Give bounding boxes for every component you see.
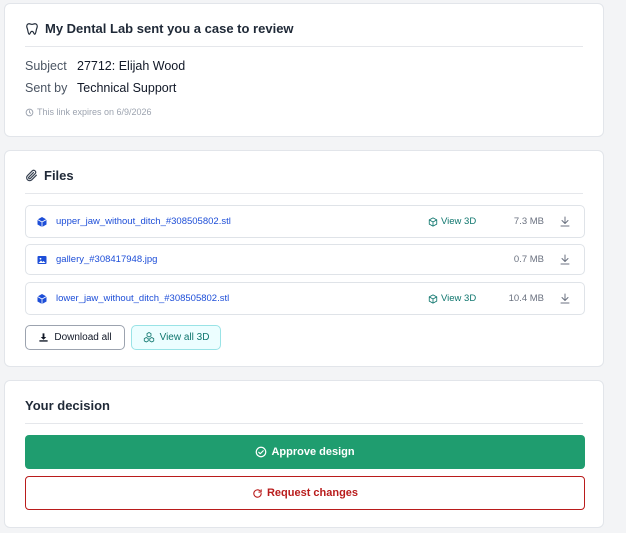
download-icon[interactable] [559, 253, 571, 266]
view-all-3d-button[interactable]: View all 3D [131, 325, 221, 350]
view-3d-label: View 3D [441, 293, 477, 304]
case-header-card: My Dental Lab sent you a case to review … [4, 3, 604, 137]
expiry-text: This link expires on 6/9/2026 [37, 107, 152, 117]
file-row: lower_jaw_without_ditch_#308505802.stl V… [25, 282, 585, 315]
view-3d-link[interactable]: View 3D [428, 216, 476, 227]
approve-design-button[interactable]: Approve design [25, 435, 585, 469]
download-icon [39, 333, 48, 342]
clock-icon [25, 108, 34, 116]
refresh-icon [253, 488, 262, 498]
cube-outline-icon [428, 293, 438, 304]
view-all-3d-label: View all 3D [159, 332, 210, 343]
request-label: Request changes [266, 487, 359, 499]
subject-row: Subject 27712: Elijah Wood [25, 59, 185, 73]
download-all-button[interactable]: Download all [25, 325, 125, 350]
sent-by-label: Sent by [25, 81, 68, 95]
file-row: gallery_#308417948.jpg 0.7 MB [25, 244, 585, 275]
sent-by-value: Technical Support [77, 81, 177, 95]
cube-icon [37, 217, 47, 227]
case-header-title: My Dental Lab sent you a case to review [25, 21, 583, 47]
file-row: upper_jaw_without_ditch_#308505802.stl V… [25, 205, 585, 238]
paperclip-icon [26, 169, 37, 182]
file-name-link[interactable]: upper_jaw_without_ditch_#308505802.stl [56, 216, 231, 227]
sent-by-row: Sent by Technical Support [25, 81, 176, 95]
file-size: 10.4 MB [508, 293, 544, 304]
decision-card: Your decision Approve design Request cha… [4, 380, 604, 528]
view-3d-link[interactable]: View 3D [428, 293, 476, 304]
cubes-icon [143, 332, 154, 343]
cube-outline-icon [428, 216, 438, 227]
view-3d-label: View 3D [441, 216, 477, 227]
case-title-text: My Dental Lab sent you a case to review [45, 21, 294, 36]
approve-label: Approve design [271, 446, 355, 458]
subject-label: Subject [25, 59, 67, 73]
cube-icon [37, 294, 47, 304]
request-changes-button[interactable]: Request changes [25, 476, 585, 510]
link-expiry: This link expires on 6/9/2026 [25, 107, 152, 117]
files-card: Files upper_jaw_without_ditch_#308505802… [4, 150, 604, 367]
download-icon[interactable] [559, 292, 571, 305]
tooth-icon [26, 23, 38, 35]
file-size: 7.3 MB [513, 216, 544, 227]
files-title-text: Files [44, 168, 74, 183]
file-name-link[interactable]: lower_jaw_without_ditch_#308505802.stl [56, 293, 229, 304]
decision-title: Your decision [25, 398, 583, 424]
check-circle-icon [256, 446, 267, 458]
decision-title-text: Your decision [25, 398, 110, 413]
file-size: 0.7 MB [513, 254, 544, 265]
file-name-link[interactable]: gallery_#308417948.jpg [56, 254, 157, 265]
download-icon[interactable] [559, 215, 571, 228]
download-all-label: Download all [54, 332, 112, 343]
subject-value: 27712: Elijah Wood [77, 59, 186, 73]
files-title: Files [25, 168, 583, 194]
image-icon [37, 256, 47, 264]
